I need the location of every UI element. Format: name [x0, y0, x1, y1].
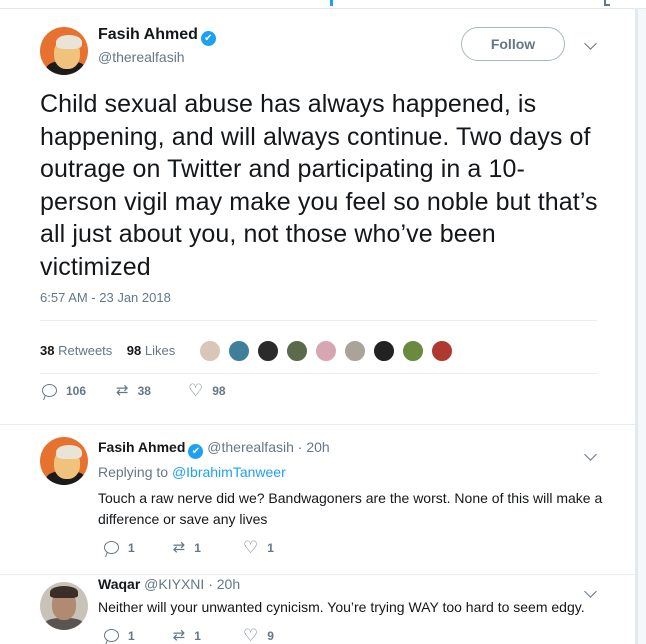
reply-author-handle[interactable]: @KIYXNI: [144, 576, 204, 592]
retweet-count: 38: [137, 383, 151, 398]
reply-header: Fasih Ahmed ✔ @therealfasih · 20h: [98, 439, 330, 459]
author-name[interactable]: Fasih Ahmed: [98, 26, 198, 43]
retweets-label: Retweets: [58, 343, 113, 358]
like-count: 1: [267, 540, 274, 555]
retweet-button[interactable]: ⇄ 1: [173, 628, 201, 643]
separator-dot: ·: [208, 576, 213, 592]
verified-badge-icon: ✔: [188, 444, 204, 459]
retweet-count: 1: [194, 540, 201, 555]
chevron-down-icon[interactable]: [584, 448, 597, 461]
reply-button[interactable]: 1: [104, 541, 135, 555]
heart-icon: ♡: [242, 538, 259, 557]
reply-avatar[interactable]: [40, 437, 88, 485]
like-count: 98: [212, 383, 226, 398]
replying-label: Replying to: [98, 464, 169, 480]
follow-button[interactable]: Follow: [461, 27, 565, 61]
divider: [40, 373, 597, 374]
chevron-down-icon[interactable]: [584, 37, 597, 50]
tweet-actions: 106 ⇄ 38 ♡ 98: [42, 381, 258, 400]
author-name-row[interactable]: Fasih Ahmed ✔: [98, 26, 216, 46]
tweet-detail-card: Fasih Ahmed ✔ @therealfasih Follow Child …: [0, 9, 636, 644]
tweet-text: Child sexual abuse has always happened, …: [40, 90, 598, 281]
liker-avatar[interactable]: [373, 340, 395, 362]
liker-avatar[interactable]: [402, 340, 424, 362]
liker-avatar[interactable]: [344, 340, 366, 362]
like-button[interactable]: ♡ 98: [187, 381, 226, 400]
reply-icon: [104, 629, 119, 642]
retweet-count: 1: [194, 628, 201, 643]
reply-button[interactable]: 106: [42, 384, 86, 398]
verified-badge-icon: ✔: [200, 31, 216, 46]
liker-avatar[interactable]: [315, 340, 337, 362]
retweet-button[interactable]: ⇄ 1: [173, 540, 201, 555]
like-button[interactable]: ♡ 1: [242, 538, 274, 557]
tweet-stats: 38 Retweets 98 Likes: [40, 343, 175, 358]
like-button[interactable]: ♡ 9: [242, 626, 274, 644]
likes-count: 98: [126, 343, 142, 358]
divider: [0, 574, 635, 575]
reply-time[interactable]: 20h: [306, 439, 329, 455]
liker-avatar[interactable]: [228, 340, 250, 362]
reply-count: 1: [128, 540, 135, 555]
retweets-stat[interactable]: 38 Retweets: [40, 343, 112, 358]
retweet-icon: ⇄: [172, 627, 186, 644]
reply-author-name[interactable]: Waqar: [98, 576, 140, 592]
reply-text: Touch a raw nerve did we? Bandwagoners a…: [98, 490, 603, 527]
heart-icon: ♡: [187, 381, 204, 400]
divider: [0, 424, 635, 425]
reply-count: 1: [128, 628, 135, 643]
retweet-icon: ⇄: [172, 539, 186, 556]
corner-mark: [604, 0, 610, 6]
liker-avatar[interactable]: [286, 340, 308, 362]
top-accent-mark: [330, 0, 333, 6]
reply-count: 106: [66, 383, 87, 398]
browser-top-strip: [0, 0, 646, 9]
replying-mention[interactable]: @IbrahimTanweer: [172, 464, 286, 480]
author-handle[interactable]: @therealfasih: [98, 49, 185, 65]
liker-avatar[interactable]: [199, 340, 221, 362]
reply-time[interactable]: 20h: [217, 576, 240, 592]
reply-button[interactable]: 1: [104, 629, 135, 643]
likes-stat[interactable]: 98 Likes: [127, 343, 175, 358]
liker-avatars: [199, 340, 460, 364]
right-sidebar-edge: [637, 9, 646, 644]
reply-actions: 1 ⇄ 1 ♡ 1: [104, 538, 306, 557]
tweet-timestamp[interactable]: 6:57 AM - 23 Jan 2018: [40, 290, 171, 305]
retweets-count: 38: [40, 343, 55, 358]
heart-icon: ♡: [242, 626, 259, 644]
liker-avatar[interactable]: [257, 340, 279, 362]
author-avatar[interactable]: [40, 27, 88, 75]
reply-author-handle[interactable]: @therealfasih: [207, 439, 294, 455]
liker-avatar[interactable]: [431, 340, 453, 362]
reply-icon: [42, 384, 57, 397]
reply-icon: [104, 541, 119, 554]
reply-author-name[interactable]: Fasih Ahmed: [98, 439, 185, 455]
retweet-button[interactable]: ⇄ 38: [116, 383, 151, 398]
replying-to: Replying to @IbrahimTanweer: [98, 464, 286, 480]
likes-label: Likes: [144, 343, 176, 358]
like-count: 9: [267, 628, 274, 643]
reply-avatar[interactable]: [40, 582, 88, 630]
retweet-icon: ⇄: [116, 382, 129, 399]
reply-text: Neither will your unwanted cynicism. You…: [98, 599, 585, 615]
reply-header: Waqar @KIYXNI · 20h: [98, 576, 240, 592]
chevron-down-icon[interactable]: [584, 585, 597, 598]
divider: [40, 320, 597, 321]
reply-actions: 1 ⇄ 1 ♡ 9: [104, 626, 306, 644]
separator-dot: ·: [297, 439, 303, 455]
